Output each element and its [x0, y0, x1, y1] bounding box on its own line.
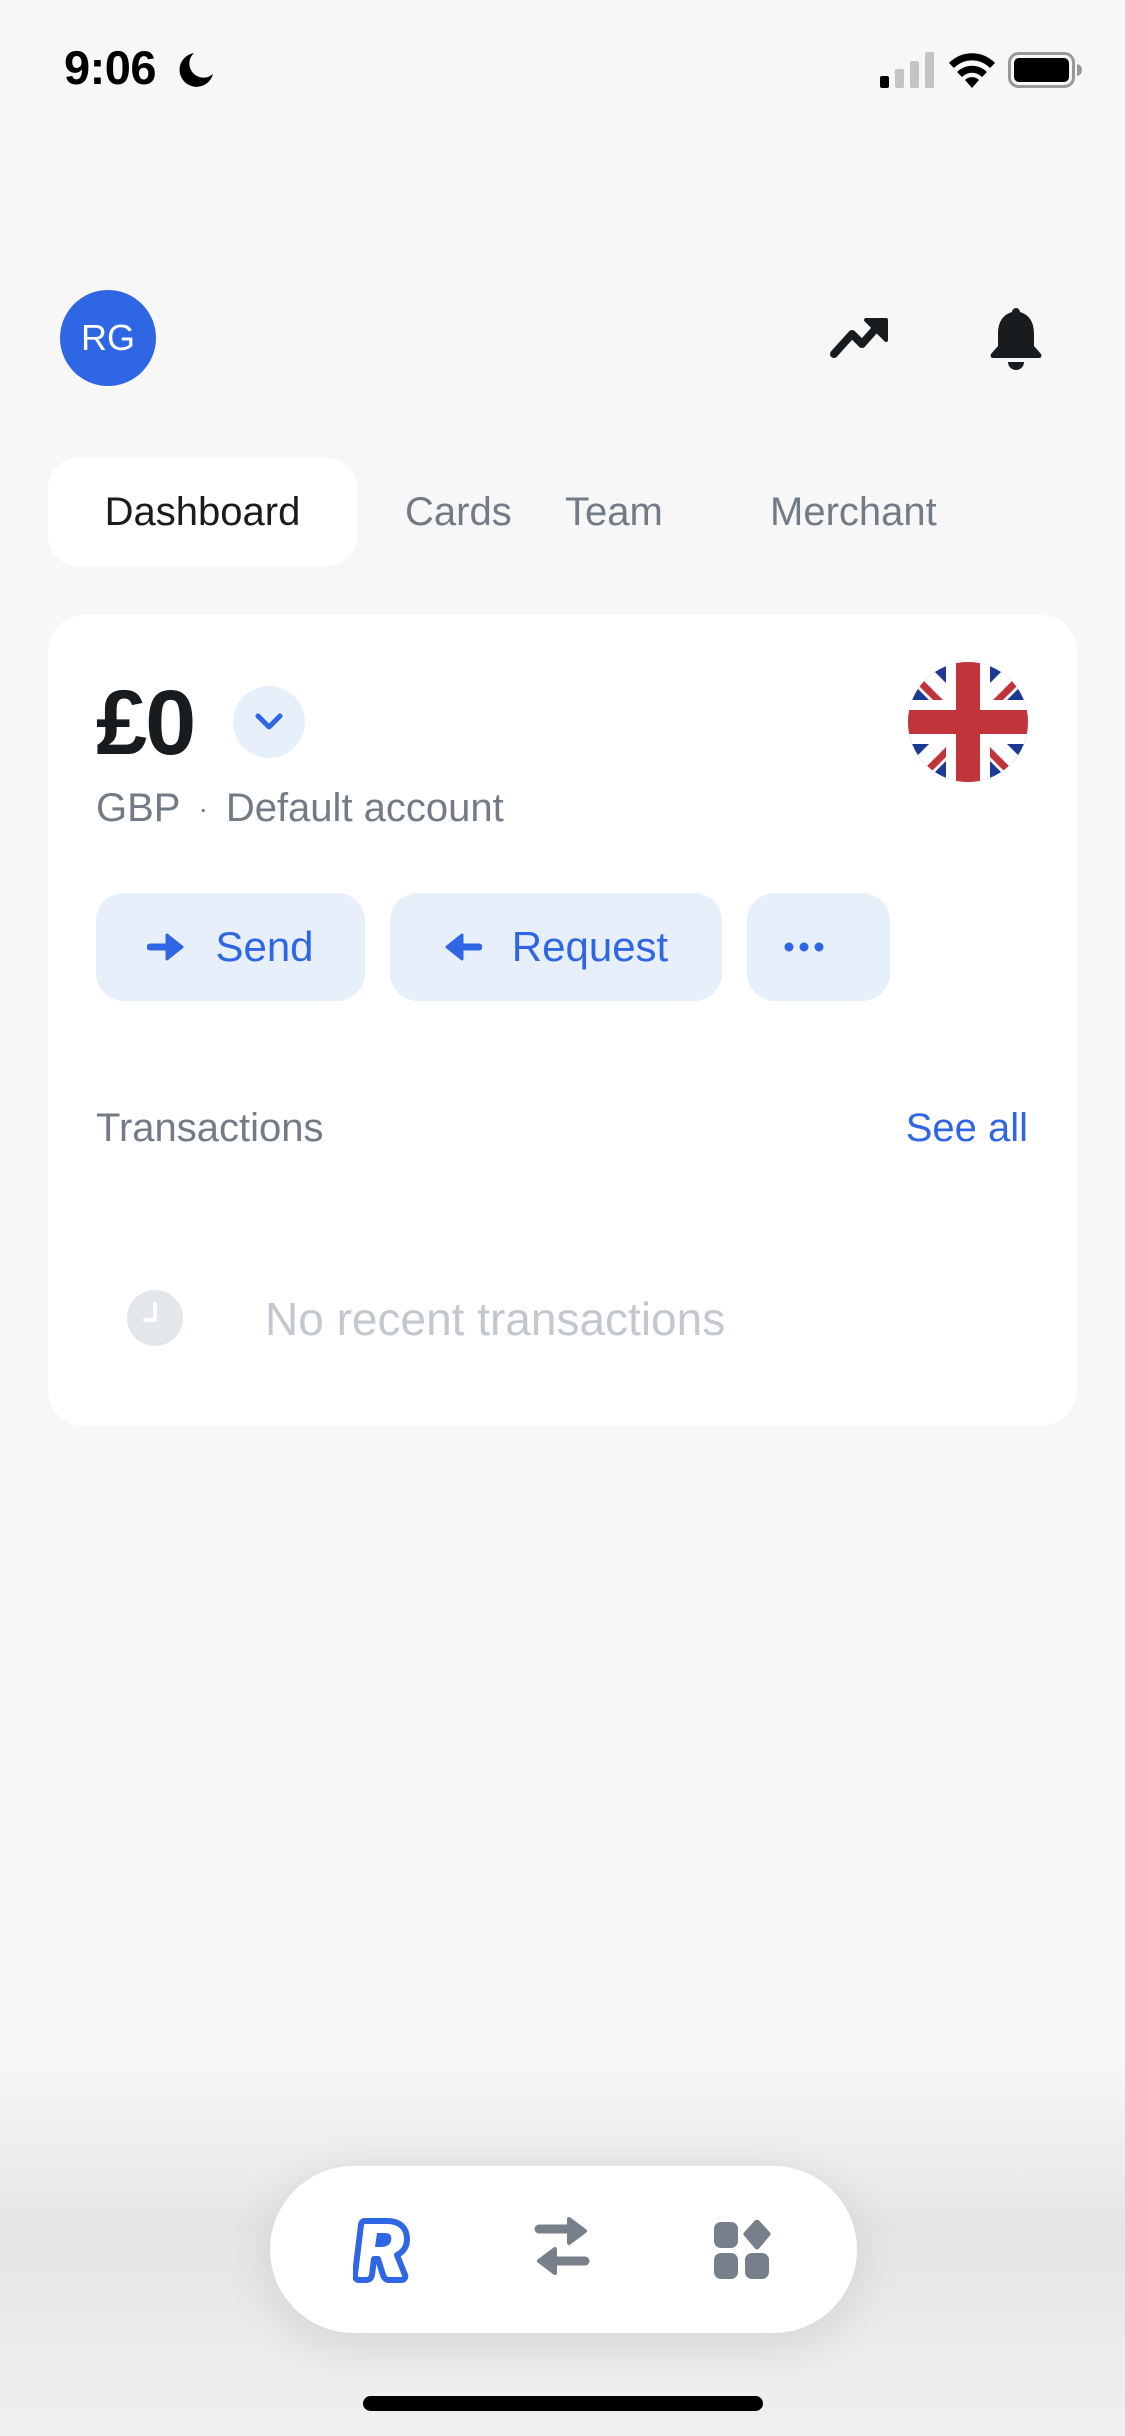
nav-transfers[interactable] [522, 2210, 602, 2290]
revolut-logo-icon [353, 2218, 410, 2283]
clock-icon [127, 1290, 183, 1346]
hub-grid-icon [714, 2220, 771, 2279]
arrow-right-icon [147, 933, 184, 961]
arrow-left-icon [445, 933, 482, 961]
send-button[interactable]: Send [96, 893, 365, 1001]
send-label: Send [215, 923, 314, 970]
chevron-down-icon [255, 713, 283, 730]
request-button[interactable]: Request [390, 893, 722, 1001]
request-label: Request [511, 923, 669, 970]
tab-cards[interactable]: Cards [357, 458, 517, 566]
more-dots-icon [784, 942, 823, 952]
cellular-signal-icon [880, 52, 934, 88]
bell-icon[interactable] [986, 304, 1046, 372]
empty-transactions-message: No recent transactions [265, 1293, 726, 1345]
more-actions-button[interactable] [747, 893, 890, 1001]
tab-team[interactable]: Team [517, 458, 722, 566]
home-indicator [363, 2396, 763, 2411]
moon-icon [179, 53, 213, 87]
wifi-icon [949, 53, 995, 88]
status-time: 9:06 [64, 41, 157, 94]
transfer-arrows-icon [534, 2217, 590, 2275]
balance-amount[interactable]: £0 [96, 668, 196, 778]
avatar[interactable]: RG [60, 290, 156, 386]
tab-bar: Dashboard Cards Team Merchant [48, 458, 972, 566]
avatar-initials: RG [81, 317, 135, 358]
tab-merchant[interactable]: Merchant [722, 458, 972, 566]
account-subtitle: GBP · Default account [96, 786, 504, 831]
uk-flag-icon[interactable] [908, 662, 1028, 782]
nav-home[interactable] [343, 2210, 423, 2290]
separator: · [198, 792, 208, 824]
account-selector-button[interactable] [233, 686, 305, 758]
battery-icon [1008, 52, 1082, 88]
currency-code: GBP [96, 786, 181, 830]
trending-up-icon[interactable] [828, 310, 892, 366]
account-name: Default account [225, 786, 504, 830]
see-all-link[interactable]: See all [906, 1106, 1028, 1151]
nav-hub[interactable] [702, 2210, 782, 2290]
transactions-title: Transactions [96, 1106, 324, 1150]
tab-dashboard[interactable]: Dashboard [48, 458, 357, 566]
